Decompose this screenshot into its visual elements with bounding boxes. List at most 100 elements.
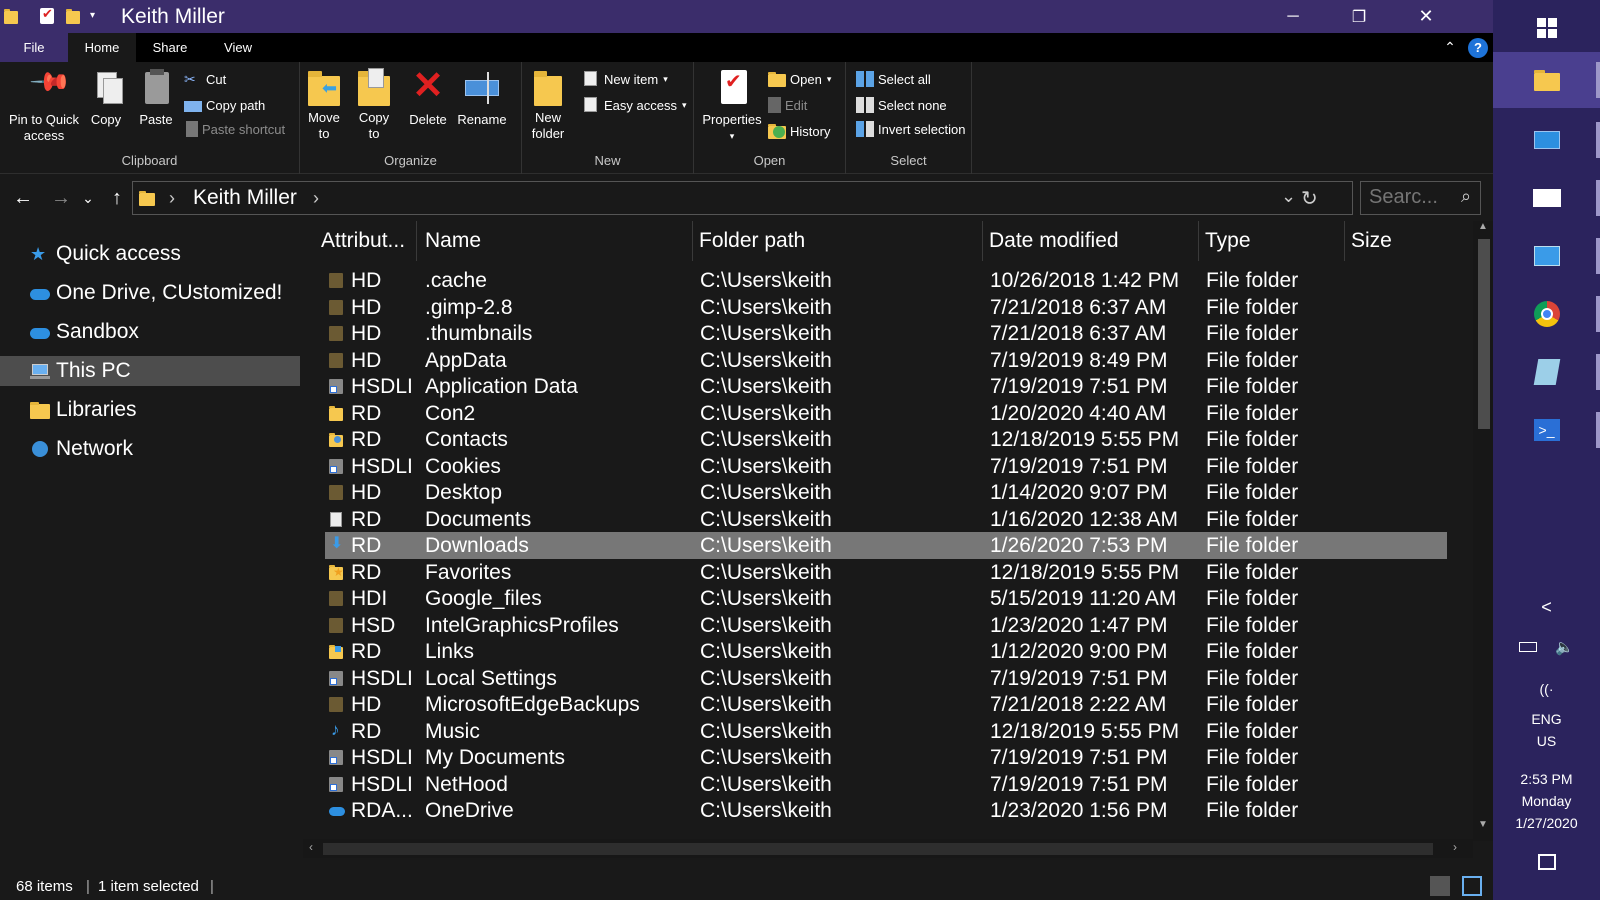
properties-quick-icon[interactable]: ✔ xyxy=(40,6,54,24)
minimize-button[interactable]: ─ xyxy=(1260,0,1326,33)
address-dropdown-button[interactable]: ⌄ xyxy=(1281,186,1296,207)
file-row-contacts[interactable]: RD Contacts C:\Users\keith 12/18/2019 5:55 … xyxy=(325,426,1447,453)
copy-path-button[interactable]: Copy path xyxy=(184,94,265,116)
large-icons-view-button[interactable] xyxy=(1462,876,1482,896)
file-row-application-data[interactable]: HSDLI Application Data C:\Users\keith 7/19/… xyxy=(325,373,1447,400)
nav-sandbox[interactable]: Sandbox xyxy=(0,317,300,347)
copy-to-button[interactable]: Copy to xyxy=(354,66,394,142)
action-center-button[interactable] xyxy=(1493,854,1600,876)
customize-quick-access-icon[interactable]: ▾ xyxy=(90,10,104,26)
file-row-onedrive[interactable]: RDA... OneDrive C:\Users\keith 1/23/2020 1:… xyxy=(325,797,1447,824)
back-button[interactable]: ← xyxy=(8,183,38,213)
history-button[interactable]: History xyxy=(768,120,830,142)
column-header-type[interactable]: Type xyxy=(1199,221,1345,261)
taskbar-chrome[interactable] xyxy=(1493,286,1600,342)
move-to-button[interactable]: ⬅ Move to xyxy=(304,66,344,142)
column-header-folder-path[interactable]: Folder path xyxy=(693,221,983,261)
file-row-microsoftedgebackups[interactable]: HD MicrosoftEdgeBackups C:\Users\keith 7/21… xyxy=(325,691,1447,718)
clock[interactable]: 2:53 PM Monday 1/27/2020 xyxy=(1493,768,1600,834)
select-none-button[interactable]: Select none xyxy=(856,94,947,116)
recent-locations-button[interactable]: ⌄ xyxy=(78,183,98,213)
cut-button[interactable]: ✂ Cut xyxy=(184,68,226,90)
taskbar-mail[interactable] xyxy=(1493,170,1600,226)
copy-button[interactable]: Copy xyxy=(86,66,126,128)
up-button[interactable]: ↑ xyxy=(102,183,132,213)
file-row-cache[interactable]: HD .cache C:\Users\keith 10/26/2018 1:42 PM… xyxy=(325,267,1447,294)
file-row-my-documents[interactable]: HSDLI My Documents C:\Users\keith 7/19/2019… xyxy=(325,744,1447,771)
delete-button[interactable]: ✕ Delete xyxy=(408,66,448,128)
breadcrumb-expand-icon[interactable]: › xyxy=(313,188,319,209)
rename-button[interactable]: Rename xyxy=(456,66,508,128)
nav-this-pc[interactable]: This PC xyxy=(0,356,300,386)
scroll-down-icon[interactable]: ▼ xyxy=(1478,819,1488,830)
file-row-google-files[interactable]: HDI Google_files C:\Users\keith 5/15/2019 1… xyxy=(325,585,1447,612)
start-button[interactable] xyxy=(1493,0,1600,56)
column-header-size[interactable]: Size xyxy=(1345,221,1473,261)
breadcrumb-keith-miller[interactable]: Keith Miller xyxy=(193,186,297,210)
search-icon[interactable]: ⌕ xyxy=(1461,186,1471,207)
close-button[interactable]: ✕ xyxy=(1393,0,1459,33)
properties-button[interactable]: ✔ Properties ▾ xyxy=(700,66,764,144)
file-row-music[interactable]: ♪ RD Music C:\Users\keith 12/18/2019 5:55 PM… xyxy=(325,718,1447,745)
paste-button[interactable]: Paste xyxy=(134,66,178,128)
refresh-button[interactable]: ↻ xyxy=(1301,186,1318,211)
tab-file[interactable]: File xyxy=(0,33,68,62)
forward-button[interactable]: → xyxy=(46,183,76,213)
search-box[interactable]: ⌕ xyxy=(1360,181,1481,215)
details-view-button[interactable] xyxy=(1430,876,1450,896)
taskbar-remote-desktop[interactable] xyxy=(1493,228,1600,284)
taskbar-notepad[interactable] xyxy=(1493,344,1600,400)
select-all-button[interactable]: Select all xyxy=(856,68,931,90)
pin-to-quick-access-button[interactable]: 📌 Pin to Quick access xyxy=(4,60,84,144)
scroll-right-icon[interactable]: › xyxy=(1453,840,1457,854)
taskbar-file-explorer[interactable] xyxy=(1493,52,1600,108)
file-row-intelgraphicsprofiles[interactable]: HSD IntelGraphicsProfiles C:\Users\keith 1/… xyxy=(325,612,1447,639)
file-row-links[interactable]: RD Links C:\Users\keith 1/12/2020 9:00 PM Fi… xyxy=(325,638,1447,665)
scroll-up-icon[interactable]: ▲ xyxy=(1478,221,1488,232)
taskbar-powershell[interactable]: >_ xyxy=(1493,402,1600,458)
tab-share[interactable]: Share xyxy=(136,33,204,62)
taskbar-desktop[interactable] xyxy=(1493,112,1600,168)
file-row-documents[interactable]: RD Documents C:\Users\keith 1/16/2020 12:38… xyxy=(325,506,1447,533)
nav-libraries[interactable]: Libraries xyxy=(0,395,300,425)
search-input[interactable] xyxy=(1369,186,1459,209)
help-icon[interactable]: ? xyxy=(1468,38,1488,58)
file-row-downloads[interactable]: ⬇ RD Downloads C:\Users\keith 1/26/2020 7:53… xyxy=(325,532,1447,559)
nav-onedrive-customized[interactable]: One Drive, CUstomized! xyxy=(0,278,300,308)
column-header-date-modified[interactable]: Date modified xyxy=(983,221,1199,261)
horizontal-scroll-thumb[interactable] xyxy=(323,843,1433,855)
explorer-app-icon[interactable] xyxy=(4,8,18,24)
collapse-ribbon-icon[interactable]: ⌃ xyxy=(1440,33,1460,62)
file-row-thumbnails[interactable]: HD .thumbnails C:\Users\keith 7/21/2018 6:3… xyxy=(325,320,1447,347)
horizontal-scrollbar[interactable]: ‹ › xyxy=(303,839,1473,858)
file-row-partial[interactable] xyxy=(325,824,1447,832)
new-folder-button[interactable]: New folder xyxy=(528,66,568,142)
vertical-scroll-thumb[interactable] xyxy=(1478,239,1490,429)
maximize-button[interactable]: ❐ xyxy=(1326,0,1392,33)
wifi-icon[interactable]: ((· xyxy=(1493,678,1600,700)
file-row-desktop[interactable]: HD Desktop C:\Users\keith 1/14/2020 9:07 PM… xyxy=(325,479,1447,506)
file-row-gimp-2-8[interactable]: HD .gimp-2.8 C:\Users\keith 7/21/2018 6:37 … xyxy=(325,294,1447,321)
nav-network[interactable]: Network xyxy=(0,434,300,464)
nav-quick-access[interactable]: ★ Quick access xyxy=(0,239,300,269)
battery-icon[interactable] xyxy=(1519,642,1538,652)
show-hidden-icons-button[interactable]: < xyxy=(1493,596,1600,618)
open-button[interactable]: Open ▾ xyxy=(768,68,831,90)
column-header-attributes[interactable]: Attribut... xyxy=(315,221,417,261)
paste-shortcut-button[interactable]: Paste shortcut xyxy=(184,118,285,140)
edit-button[interactable]: Edit xyxy=(768,94,807,116)
file-row-appdata[interactable]: HD AppData C:\Users\keith 7/19/2019 8:49 PM… xyxy=(325,347,1447,374)
volume-icon[interactable]: 🔈 xyxy=(1555,639,1574,656)
file-row-favorites[interactable]: ★ RD Favorites C:\Users\keith 12/18/2019 5:5… xyxy=(325,559,1447,586)
invert-selection-button[interactable]: Invert selection xyxy=(856,118,965,140)
tab-view[interactable]: View xyxy=(204,33,272,62)
file-row-nethood[interactable]: HSDLI NetHood C:\Users\keith 7/19/2019 7:51… xyxy=(325,771,1447,798)
easy-access-button[interactable]: Easy access ▾ xyxy=(582,94,687,116)
scroll-left-icon[interactable]: ‹ xyxy=(309,840,313,854)
new-folder-quick-icon[interactable] xyxy=(66,8,80,24)
language-indicator[interactable]: ENG US xyxy=(1493,708,1600,752)
new-item-button[interactable]: New item ▾ xyxy=(582,68,668,90)
address-field[interactable]: › Keith Miller › ⌄ ↻ xyxy=(132,181,1353,215)
tab-home[interactable]: Home xyxy=(68,33,136,62)
file-row-local-settings[interactable]: HSDLI Local Settings C:\Users\keith 7/19/20… xyxy=(325,665,1447,692)
